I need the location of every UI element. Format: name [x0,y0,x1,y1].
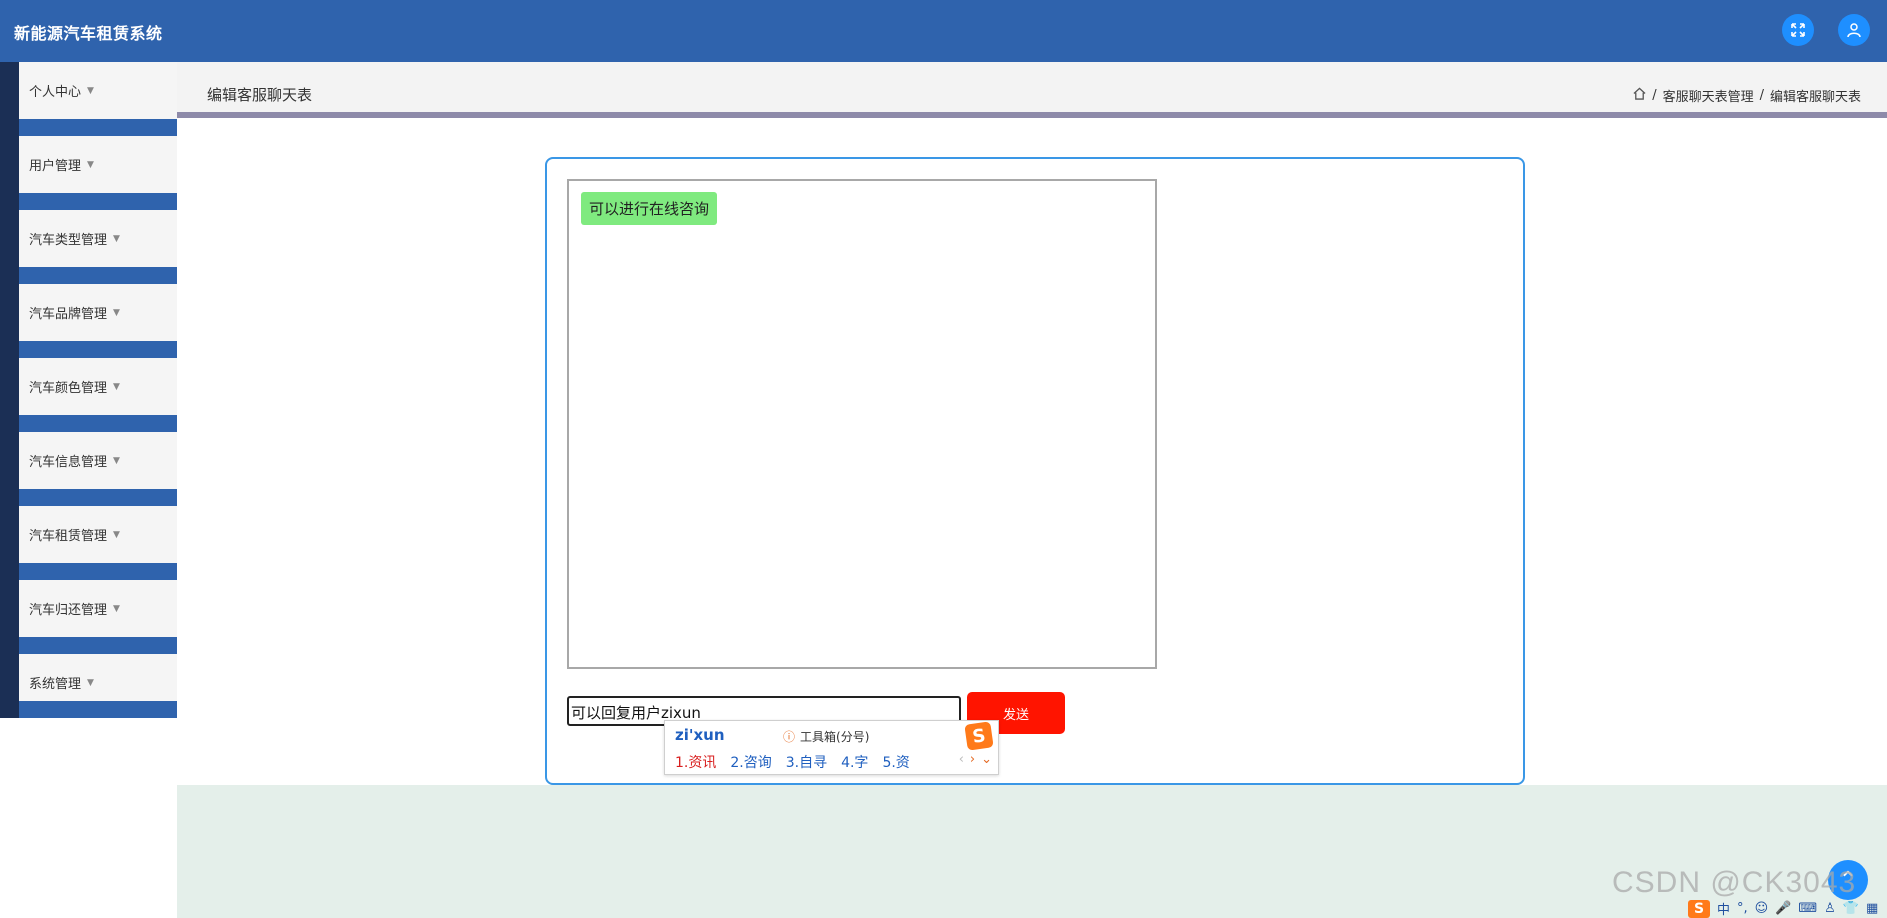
sidebar-item-car-return[interactable]: 汽车归还管理 ▼ [19,580,177,637]
chat-message-bubble: 可以进行在线咨询 [581,192,718,225]
user-menu-button[interactable] [1838,14,1870,46]
caret-down-icon: ▼ [113,603,120,614]
sidebar-item-label: 汽车颜色管理 [29,381,108,396]
breadcrumb-item-current: 编辑客服聊天表 [1769,90,1861,105]
home-icon[interactable] [1633,87,1646,104]
sidebar-item-label: 汽车租赁管理 [29,529,108,544]
caret-down-icon: ▼ [87,159,94,170]
sidebar-item-car-info[interactable]: 汽车信息管理 ▼ [19,432,177,489]
sidebar-item-user-management[interactable]: 用户管理 ▼ [19,136,177,193]
sidebar-divider [19,489,177,506]
ime-status-tray: S 中 °, ☺ 🎤 ⌨ ♙ 👕 ▦ [1688,899,1887,918]
sidebar-divider [19,267,177,284]
sidebar-item-label: 汽车类型管理 [29,233,108,248]
ime-candidate-popup: zi'xun ⓘ 工具箱(分号) S 1.资讯 2.咨询 3.自寻 4.字 5.… [664,720,999,775]
app-title: 新能源汽车租赁系统 [14,24,163,43]
chevron-down-icon[interactable]: ⌄ [981,752,992,767]
ime-toolbox-label: 工具箱(分号) [800,730,870,744]
person-icon[interactable]: ♙ [1824,901,1836,916]
sidebar-divider [19,341,177,358]
sidebar-item-car-brand[interactable]: 汽车品牌管理 ▼ [19,284,177,341]
sidebar-divider [19,415,177,432]
ime-toolbox[interactable]: ⓘ 工具箱(分号) [783,728,869,745]
keyboard-icon[interactable]: ⌨ [1798,901,1817,916]
breadcrumb-separator: / [1652,88,1657,103]
ime-candidate[interactable]: 4.字 [841,752,868,772]
shirt-icon[interactable]: 👕 [1843,901,1859,916]
sidebar: 个人中心 ▼ 用户管理 ▼ 汽车类型管理 ▼ 汽车品牌管理 ▼ 汽车颜色管理 ▼ 汽车信息… [0,62,177,718]
page-title: 编辑客服聊天表 [207,86,313,104]
sidebar-item-label: 用户管理 [29,159,82,174]
top-header: 新能源汽车租赁系统 [0,0,1887,62]
ime-candidates: 1.资讯 2.咨询 3.自寻 4.字 5.资 [675,752,910,772]
caret-down-icon: ▼ [87,677,94,688]
sidebar-item-label: 汽车归还管理 [29,603,108,618]
sidebar-divider [19,701,177,718]
chat-card: 可以进行在线咨询 可以回复用户zixun 发送 [545,157,1525,785]
sidebar-item-label: 个人中心 [29,85,82,100]
sidebar-item-personal-center[interactable]: 个人中心 ▼ [19,62,177,119]
caret-down-icon: ▼ [113,529,120,540]
chevron-left-icon[interactable]: ‹ [959,752,964,767]
fullscreen-button[interactable] [1782,14,1814,46]
microphone-icon[interactable]: 🎤 [1775,901,1791,916]
ime-punct-indicator[interactable]: °, [1737,901,1748,916]
ime-pinyin: zi'xun [675,726,725,744]
sidebar-divider [19,637,177,654]
sidebar-item-car-rental[interactable]: 汽车租赁管理 ▼ [19,506,177,563]
watermark: CSDN @CK3043 [1612,866,1857,899]
sogou-tray-icon[interactable]: S [1688,899,1710,918]
caret-down-icon: ▼ [87,85,94,96]
breadcrumb-item-chat-management[interactable]: 客服聊天表管理 [1663,86,1754,105]
caret-down-icon: ▼ [113,233,120,244]
caret-down-icon: ▼ [113,307,120,318]
emoji-icon[interactable]: ☺ [1755,901,1769,916]
sidebar-divider [19,119,177,136]
caret-down-icon: ▼ [113,381,120,392]
ime-candidate[interactable]: 5.资 [882,752,909,772]
expand-icon [1791,23,1805,37]
sidebar-item-label: 汽车品牌管理 [29,307,108,322]
sidebar-item-car-color[interactable]: 汽车颜色管理 ▼ [19,358,177,415]
sidebar-strip [0,62,19,718]
grid-icon[interactable]: ▦ [1866,901,1878,916]
sidebar-divider [19,563,177,580]
breadcrumb-bar: 编辑客服聊天表 / 客服聊天表管理 / 编辑客服聊天表 [177,62,1887,118]
chat-message-area: 可以进行在线咨询 [567,179,1157,669]
sidebar-item-label: 系统管理 [29,677,82,692]
user-icon [1847,23,1861,38]
sidebar-item-label: 汽车信息管理 [29,455,108,470]
ime-candidate[interactable]: 1.资讯 [675,752,716,772]
sidebar-item-car-type[interactable]: 汽车类型管理 ▼ [19,210,177,267]
ime-candidate[interactable]: 2.咨询 [730,752,771,772]
info-icon: ⓘ [783,730,796,744]
breadcrumb-separator: / [1759,88,1764,103]
caret-down-icon: ▼ [113,455,120,466]
ime-nav: ‹ › ⌄ [959,752,992,767]
breadcrumb: / 客服聊天表管理 / 编辑客服聊天表 [1633,86,1861,105]
ime-candidate[interactable]: 3.自寻 [786,752,827,772]
sogou-logo-icon: S [964,721,994,751]
chevron-right-icon[interactable]: › [970,752,975,767]
ime-lang-indicator[interactable]: 中 [1717,899,1730,918]
sidebar-divider [19,193,177,210]
